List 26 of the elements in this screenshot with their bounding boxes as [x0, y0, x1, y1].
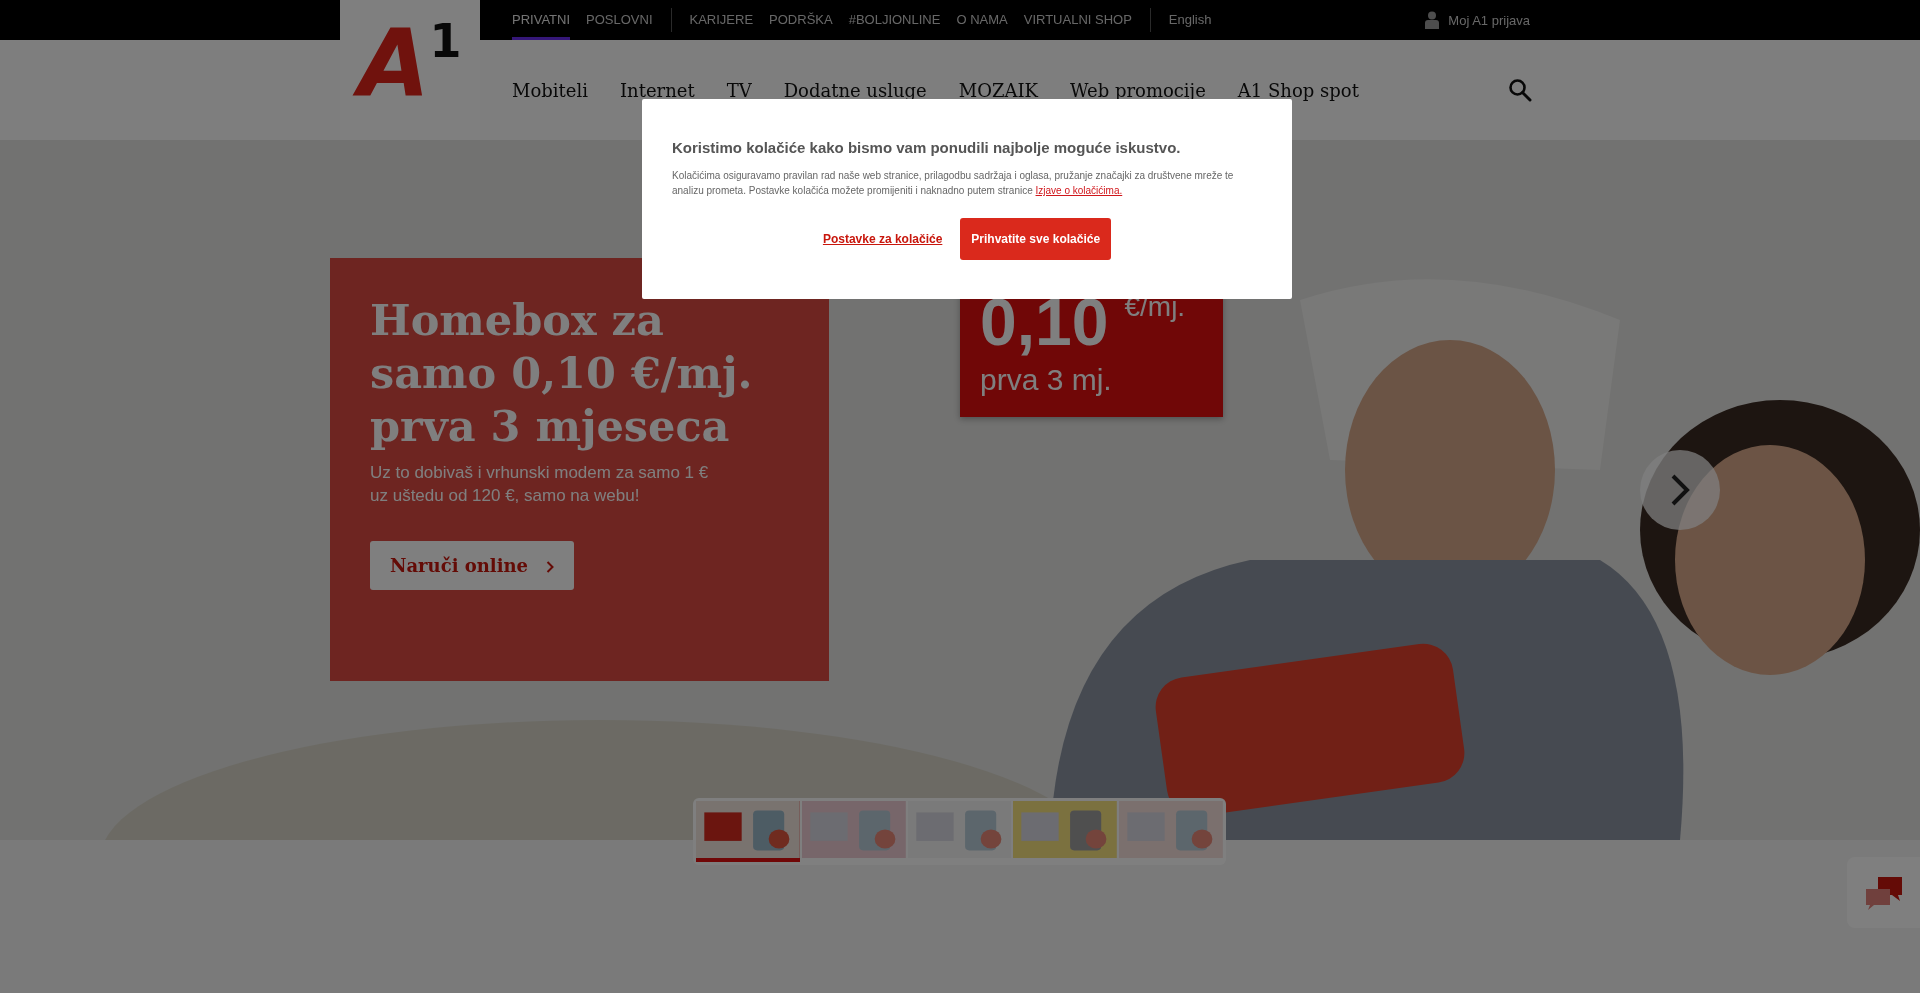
- headline: Homebox za samo 0,10 €/mj. prva 3 mjeseca: [370, 294, 754, 453]
- price: 0,10: [980, 289, 1109, 355]
- segment-tab[interactable]: PRIVATNI: [512, 0, 571, 40]
- nav-item[interactable]: Dodatne usluge: [783, 79, 927, 101]
- top-link[interactable]: PODRŠKA: [769, 0, 833, 40]
- nav-item[interactable]: A1 Shop spot: [1237, 79, 1359, 101]
- promo-text: Uz to dobivaš i vrhunski modem za samo 1 € uz uštedu od 120 €, samo na webu!: [370, 462, 710, 507]
- login-link[interactable]: Moj A1 prijava: [1425, 11, 1530, 29]
- dialog-title: Koristimo kolačiće kako bismo vam ponudili najbolje moguće iskustvo.: [672, 139, 1182, 156]
- price-period: prva 3 mj.: [980, 363, 1113, 397]
- accept-button[interactable]: Prihvatite sve kolačiće: [960, 218, 1112, 260]
- cookie-settings-link[interactable]: Postavke za kolačiće: [822, 232, 943, 246]
- nav-item[interactable]: Internet: [619, 79, 695, 101]
- top-link[interactable]: O NAMA: [956, 0, 1008, 40]
- language-link[interactable]: English: [1168, 0, 1212, 40]
- dialog-text: Kolačićima osiguravamo pravilan rad naše web stranice, prilagodbu sadržaja i oglasa, pružanje značajki za društvene mreže te analizu prometa. Postavke kolačića možete promijeniti i naknadno putem stranice Izjave o kolačićima.: [672, 169, 1235, 198]
- top-link[interactable]: KARIJERE: [689, 0, 754, 40]
- cookie-policy-link[interactable]: Izjave o kolačićima.: [1035, 185, 1123, 196]
- order-button[interactable]: Naruči online: [370, 541, 575, 590]
- nav-item[interactable]: TV: [726, 79, 752, 101]
- segment-tab[interactable]: POSLOVNI: [586, 0, 653, 40]
- top-link[interactable]: VIRTUALNI SHOP: [1023, 0, 1132, 40]
- top-link[interactable]: #BOLJIONLINE: [848, 0, 941, 40]
- nav-item[interactable]: Mobiteli: [512, 79, 588, 101]
- nav-item[interactable]: Web promocije: [1070, 79, 1206, 101]
- nav-item[interactable]: MOZAIK: [958, 79, 1038, 101]
